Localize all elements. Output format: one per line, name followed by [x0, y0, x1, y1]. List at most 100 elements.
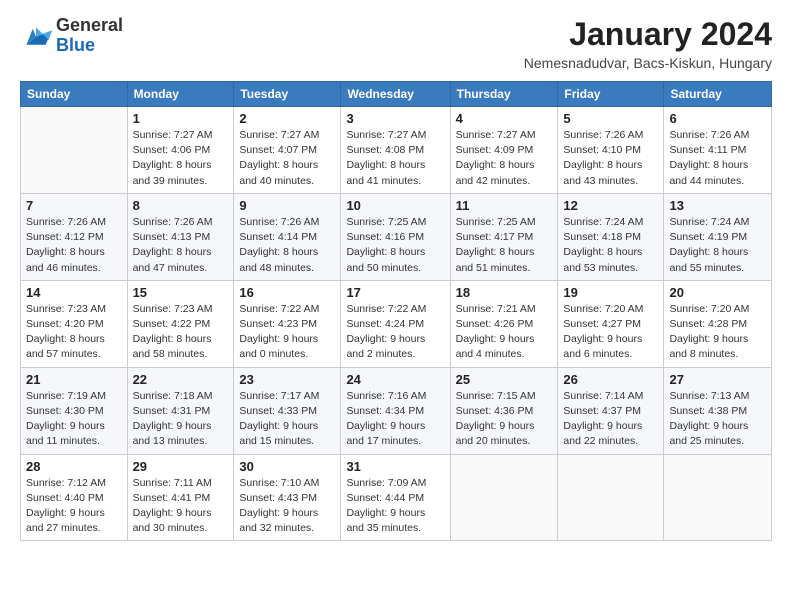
day-number-24: 24 [346, 372, 444, 387]
day-info-12: Sunrise: 7:24 AM Sunset: 4:18 PM Dayligh… [563, 215, 658, 276]
calendar-cell-0-0 [21, 107, 128, 194]
day-number-29: 29 [133, 459, 229, 474]
day-number-19: 19 [563, 285, 658, 300]
day-info-22: Sunrise: 7:18 AM Sunset: 4:31 PM Dayligh… [133, 389, 229, 450]
day-number-9: 9 [239, 198, 335, 213]
calendar-cell-1-0: 7 Sunrise: 7:26 AM Sunset: 4:12 PM Daylig… [21, 193, 128, 280]
day-number-6: 6 [669, 111, 766, 126]
calendar-cell-2-6: 20Sunrise: 7:20 AM Sunset: 4:28 PM Dayli… [664, 280, 772, 367]
day-info-17: Sunrise: 7:22 AM Sunset: 4:24 PM Dayligh… [346, 302, 444, 363]
calendar-cell-0-1: 1 Sunrise: 7:27 AM Sunset: 4:06 PM Daylig… [127, 107, 234, 194]
day-info-26: Sunrise: 7:14 AM Sunset: 4:37 PM Dayligh… [563, 389, 658, 450]
calendar-cell-3-1: 22 Sunrise: 7:18 AM Sunset: 4:31 PM Dayli… [127, 367, 234, 454]
th-wednesday: Wednesday [341, 82, 450, 107]
day-number-14: 14 [26, 285, 122, 300]
logo-general-text: General [56, 16, 123, 36]
logo-icon [20, 22, 52, 50]
logo-text: General Blue [56, 16, 123, 56]
calendar-cell-0-2: 2 Sunrise: 7:27 AM Sunset: 4:07 PM Daylig… [234, 107, 341, 194]
th-monday: Monday [127, 82, 234, 107]
day-info-1: Sunrise: 7:27 AM Sunset: 4:06 PM Dayligh… [133, 128, 229, 189]
calendar-cell-1-1: 8 Sunrise: 7:26 AM Sunset: 4:13 PM Daylig… [127, 193, 234, 280]
day-number-11: 11 [456, 198, 553, 213]
calendar-body: 1 Sunrise: 7:27 AM Sunset: 4:06 PM Daylig… [21, 107, 772, 541]
header: General Blue January 2024 Nemesnadudvar,… [20, 16, 772, 71]
day-number-7: 7 [26, 198, 122, 213]
day-info-30: Sunrise: 7:10 AM Sunset: 4:43 PM Dayligh… [239, 476, 335, 537]
calendar-cell-2-4: 18Sunrise: 7:21 AM Sunset: 4:26 PM Dayli… [450, 280, 558, 367]
day-info-16: Sunrise: 7:22 AM Sunset: 4:23 PM Dayligh… [239, 302, 335, 363]
day-info-9: Sunrise: 7:26 AM Sunset: 4:14 PM Dayligh… [239, 215, 335, 276]
day-info-5: Sunrise: 7:26 AM Sunset: 4:10 PM Dayligh… [563, 128, 658, 189]
calendar-header: Sunday Monday Tuesday Wednesday Thursday… [21, 82, 772, 107]
th-friday: Friday [558, 82, 664, 107]
day-number-13: 13 [669, 198, 766, 213]
calendar-cell-0-3: 3 Sunrise: 7:27 AM Sunset: 4:08 PM Daylig… [341, 107, 450, 194]
calendar-cell-4-1: 29 Sunrise: 7:11 AM Sunset: 4:41 PM Dayli… [127, 454, 234, 541]
day-info-10: Sunrise: 7:25 AM Sunset: 4:16 PM Dayligh… [346, 215, 444, 276]
day-info-2: Sunrise: 7:27 AM Sunset: 4:07 PM Dayligh… [239, 128, 335, 189]
month-title: January 2024 [524, 16, 772, 53]
day-info-19: Sunrise: 7:20 AM Sunset: 4:27 PM Dayligh… [563, 302, 658, 363]
day-number-8: 8 [133, 198, 229, 213]
day-info-28: Sunrise: 7:12 AM Sunset: 4:40 PM Dayligh… [26, 476, 122, 537]
day-number-31: 31 [346, 459, 444, 474]
day-info-6: Sunrise: 7:26 AM Sunset: 4:11 PM Dayligh… [669, 128, 766, 189]
page: General Blue January 2024 Nemesnadudvar,… [0, 0, 792, 612]
calendar-cell-4-0: 28 Sunrise: 7:12 AM Sunset: 4:40 PM Dayli… [21, 454, 128, 541]
calendar-cell-3-3: 24 Sunrise: 7:16 AM Sunset: 4:34 PM Dayli… [341, 367, 450, 454]
calendar-cell-4-3: 31 Sunrise: 7:09 AM Sunset: 4:44 PM Dayli… [341, 454, 450, 541]
logo-blue-text: Blue [56, 36, 123, 56]
th-sunday: Sunday [21, 82, 128, 107]
day-number-2: 2 [239, 111, 335, 126]
day-info-20: Sunrise: 7:20 AM Sunset: 4:28 PM Dayligh… [669, 302, 766, 363]
day-number-28: 28 [26, 459, 122, 474]
day-info-15: Sunrise: 7:23 AM Sunset: 4:22 PM Dayligh… [133, 302, 229, 363]
day-info-23: Sunrise: 7:17 AM Sunset: 4:33 PM Dayligh… [239, 389, 335, 450]
day-info-29: Sunrise: 7:11 AM Sunset: 4:41 PM Dayligh… [133, 476, 229, 537]
day-number-12: 12 [563, 198, 658, 213]
day-number-17: 17 [346, 285, 444, 300]
th-thursday: Thursday [450, 82, 558, 107]
day-number-18: 18 [456, 285, 553, 300]
calendar-cell-0-6: 6 Sunrise: 7:26 AM Sunset: 4:11 PM Daylig… [664, 107, 772, 194]
week-row-4: 28 Sunrise: 7:12 AM Sunset: 4:40 PM Dayli… [21, 454, 772, 541]
calendar-cell-3-2: 23 Sunrise: 7:17 AM Sunset: 4:33 PM Dayli… [234, 367, 341, 454]
day-number-23: 23 [239, 372, 335, 387]
day-number-1: 1 [133, 111, 229, 126]
day-number-15: 15 [133, 285, 229, 300]
day-info-27: Sunrise: 7:13 AM Sunset: 4:38 PM Dayligh… [669, 389, 766, 450]
week-row-1: 7 Sunrise: 7:26 AM Sunset: 4:12 PM Daylig… [21, 193, 772, 280]
day-info-7: Sunrise: 7:26 AM Sunset: 4:12 PM Dayligh… [26, 215, 122, 276]
location: Nemesnadudvar, Bacs-Kiskun, Hungary [524, 55, 772, 71]
day-info-14: Sunrise: 7:23 AM Sunset: 4:20 PM Dayligh… [26, 302, 122, 363]
day-info-31: Sunrise: 7:09 AM Sunset: 4:44 PM Dayligh… [346, 476, 444, 537]
calendar-cell-1-4: 11 Sunrise: 7:25 AM Sunset: 4:17 PM Dayli… [450, 193, 558, 280]
day-number-22: 22 [133, 372, 229, 387]
week-row-3: 21Sunrise: 7:19 AM Sunset: 4:30 PM Dayli… [21, 367, 772, 454]
calendar-cell-4-6 [664, 454, 772, 541]
th-saturday: Saturday [664, 82, 772, 107]
calendar-table: Sunday Monday Tuesday Wednesday Thursday… [20, 81, 772, 541]
day-number-3: 3 [346, 111, 444, 126]
calendar-cell-1-6: 13Sunrise: 7:24 AM Sunset: 4:19 PM Dayli… [664, 193, 772, 280]
calendar-cell-2-3: 17 Sunrise: 7:22 AM Sunset: 4:24 PM Dayli… [341, 280, 450, 367]
calendar-cell-4-4 [450, 454, 558, 541]
calendar-cell-0-5: 5 Sunrise: 7:26 AM Sunset: 4:10 PM Daylig… [558, 107, 664, 194]
calendar-cell-0-4: 4Sunrise: 7:27 AM Sunset: 4:09 PM Daylig… [450, 107, 558, 194]
day-info-8: Sunrise: 7:26 AM Sunset: 4:13 PM Dayligh… [133, 215, 229, 276]
th-tuesday: Tuesday [234, 82, 341, 107]
day-number-21: 21 [26, 372, 122, 387]
title-block: January 2024 Nemesnadudvar, Bacs-Kiskun,… [524, 16, 772, 71]
day-info-11: Sunrise: 7:25 AM Sunset: 4:17 PM Dayligh… [456, 215, 553, 276]
logo: General Blue [20, 16, 123, 56]
day-number-25: 25 [456, 372, 553, 387]
calendar-cell-3-0: 21Sunrise: 7:19 AM Sunset: 4:30 PM Dayli… [21, 367, 128, 454]
weekday-header-row: Sunday Monday Tuesday Wednesday Thursday… [21, 82, 772, 107]
calendar-cell-3-5: 26Sunrise: 7:14 AM Sunset: 4:37 PM Dayli… [558, 367, 664, 454]
day-number-5: 5 [563, 111, 658, 126]
calendar-cell-2-2: 16Sunrise: 7:22 AM Sunset: 4:23 PM Dayli… [234, 280, 341, 367]
day-info-3: Sunrise: 7:27 AM Sunset: 4:08 PM Dayligh… [346, 128, 444, 189]
day-info-24: Sunrise: 7:16 AM Sunset: 4:34 PM Dayligh… [346, 389, 444, 450]
calendar-cell-2-5: 19 Sunrise: 7:20 AM Sunset: 4:27 PM Dayli… [558, 280, 664, 367]
